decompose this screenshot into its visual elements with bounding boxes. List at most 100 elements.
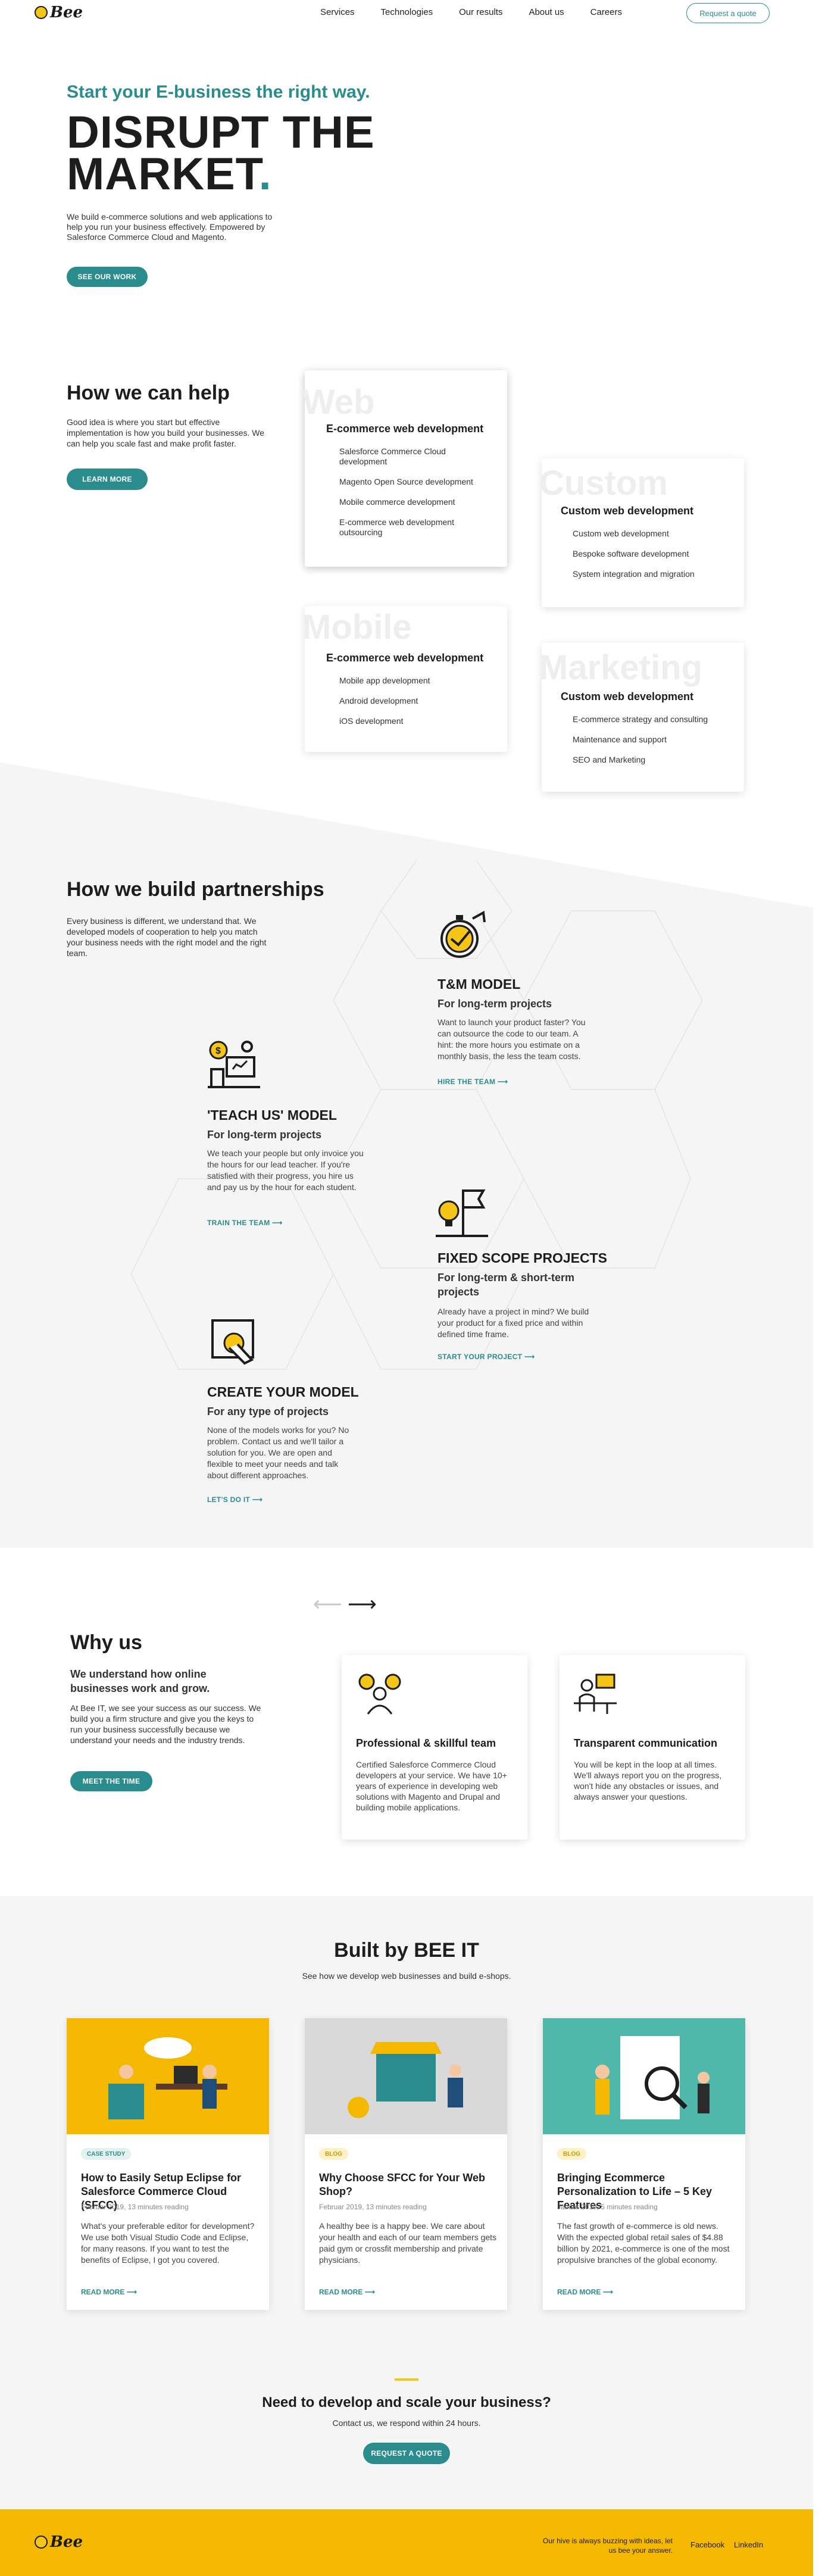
list-item[interactable]: E-commerce web development outsourcing	[339, 517, 488, 538]
request-quote-button[interactable]: Request a quote	[686, 3, 770, 23]
why-us-title: Why us	[70, 1631, 142, 1654]
learn-more-button[interactable]: LEARN MORE	[67, 469, 148, 490]
teach-us-model-text: We teach your people but only invoice yo…	[207, 1148, 364, 1192]
post-card[interactable]: BLOG Why Choose SFCC for Your Web Shop? …	[305, 2018, 507, 2310]
nav-technologies[interactable]: Technologies	[381, 7, 433, 17]
carousel-next-icon[interactable]: ⟶	[348, 1593, 377, 1616]
see-our-work-button[interactable]: SEE OUR WORK	[67, 267, 148, 287]
service-card-web-title: E-commerce web development	[326, 423, 484, 435]
post-image-eclipse	[67, 2018, 269, 2134]
start-your-project-link[interactable]: START YOUR PROJECT ⟶	[438, 1353, 535, 1361]
nav-about-us[interactable]: About us	[529, 7, 564, 17]
hire-the-team-link[interactable]: HIRE THE TEAM ⟶	[438, 1078, 508, 1086]
list-item[interactable]: Magento Open Source development	[339, 477, 488, 487]
tm-model-subtitle: For long-term projects	[438, 998, 552, 1010]
why-us-subtitle: We understand how online businesses work…	[70, 1668, 210, 1694]
list-item[interactable]: Mobile commerce development	[339, 497, 488, 507]
read-more-label: READ MORE	[81, 2288, 125, 2296]
post-tag: BLOG	[557, 2148, 586, 2160]
hero-title-line1: DISRUPT THE	[67, 107, 375, 158]
list-item[interactable]: Custom web development	[573, 529, 727, 539]
arrow-right-icon: ⟶	[126, 2288, 137, 2296]
read-more-link[interactable]: READ MORE ⟶	[557, 2288, 613, 2296]
fixed-scope-title: FIXED SCOPE PROJECTS	[438, 1250, 608, 1266]
hire-the-team-label: HIRE THE TEAM	[438, 1078, 496, 1086]
card-bg-marketing: Marketing	[539, 648, 702, 687]
cta-title: Need to develop and scale your business?	[262, 2394, 551, 2410]
site-header: Bee Services Technologies Our results Ab…	[0, 0, 825, 26]
hero-title: DISRUPT THE MARKET.	[67, 107, 375, 197]
train-the-team-link[interactable]: TRAIN THE TEAM ⟶	[207, 1219, 283, 1227]
facebook-link[interactable]: Facebook	[690, 2540, 724, 2549]
post-card[interactable]: BLOG Bringing Ecommerce Personalization …	[543, 2018, 745, 2310]
arrow-right-icon: ⟶	[364, 2288, 375, 2296]
list-item[interactable]: E-commerce strategy and consulting	[573, 714, 727, 725]
post-card[interactable]: CASE STUDY How to Easily Setup Eclipse f…	[67, 2018, 269, 2310]
list-item[interactable]: Maintenance and support	[573, 735, 727, 745]
nav-careers[interactable]: Careers	[590, 7, 622, 17]
svg-text:$: $	[215, 1046, 221, 1056]
service-card-mobile-title: E-commerce web development	[326, 652, 484, 664]
site-footer: Bee Our hive is always buzzing with idea…	[0, 2509, 813, 2576]
post-meta: Februar 2019, 13 minutes reading	[319, 2203, 427, 2211]
why-card-team-title: Professional & skillful team	[356, 1737, 496, 1749]
footer-logo[interactable]: Bee	[35, 2533, 83, 2551]
cta-subtitle: Contact us, we respond within 24 hours.	[332, 2418, 481, 2428]
post-text: The fast growth of e-commerce is old new…	[557, 2221, 730, 2265]
why-card-team-text: Certified Salesforce Commerce Cloud deve…	[356, 1760, 507, 1812]
arrow-right-icon: ⟶	[602, 2288, 613, 2296]
service-card-mobile-list: Mobile app development Android developme…	[339, 676, 488, 736]
service-card-custom-title: Custom web development	[561, 505, 694, 517]
list-item[interactable]: iOS development	[339, 716, 488, 726]
linkedin-link[interactable]: LinkedIn	[734, 2540, 763, 2549]
card-bg-custom: Custom	[539, 464, 668, 502]
post-image-sfcc	[305, 2018, 507, 2134]
list-item[interactable]: System integration and migration	[573, 569, 727, 579]
read-more-link[interactable]: READ MORE ⟶	[81, 2288, 137, 2296]
lets-do-it-link[interactable]: LET'S DO IT ⟶	[207, 1495, 262, 1504]
why-card-communication-text: You will be kept in the loop at all time…	[574, 1760, 722, 1801]
post-title[interactable]: Why Choose SFCC for Your Web Shop?	[319, 2171, 498, 2199]
card-bg-web-text: Web	[302, 383, 375, 421]
train-the-team-label: TRAIN THE TEAM	[207, 1219, 270, 1227]
read-more-label: READ MORE	[319, 2288, 363, 2296]
meet-the-team-button[interactable]: MEET THE TIME	[70, 1771, 152, 1791]
list-item[interactable]: Mobile app development	[339, 676, 488, 686]
footer-logo-text: Bee	[50, 2533, 83, 2551]
hero-subtitle: Start your E-business the right way.	[67, 82, 370, 102]
service-card-custom-list: Custom web development Bespoke software …	[573, 529, 727, 589]
nav-our-results[interactable]: Our results	[459, 7, 502, 17]
built-by-subtitle: See how we develop web businesses and bu…	[302, 1971, 511, 1981]
teach-us-model-title: 'TEACH US' MODEL	[207, 1107, 337, 1123]
read-more-link[interactable]: READ MORE ⟶	[319, 2288, 375, 2296]
stopwatch-coin-icon	[440, 910, 486, 958]
carousel-prev-icon[interactable]: ⟵	[313, 1593, 342, 1616]
bee-logo-icon	[35, 6, 48, 19]
tm-model-title: T&M MODEL	[438, 976, 521, 992]
why-card-communication-title: Transparent communication	[574, 1737, 718, 1749]
create-model-subtitle: For any type of projects	[207, 1406, 329, 1417]
list-item[interactable]: Salesforce Commerce Cloud development	[339, 446, 488, 467]
list-item[interactable]: Bespoke software development	[573, 549, 727, 559]
hand-drawing-icon	[211, 1319, 254, 1365]
service-card-web-list: Salesforce Commerce Cloud development Ma…	[339, 446, 488, 548]
service-card-marketing-title: Custom web development	[561, 691, 694, 702]
help-title: How we can help	[67, 382, 230, 404]
post-meta: Februar 2019, 13 minutes reading	[81, 2203, 189, 2211]
nav-services[interactable]: Services	[320, 7, 355, 17]
fixed-scope-subtitle: For long-term & short-term projects	[438, 1272, 575, 1298]
built-by-title: Built by BEE IT	[334, 1939, 479, 1962]
post-meta: Januar 2019, 5 minutes reading	[557, 2203, 658, 2211]
tm-model-text: Want to launch your product faster? You …	[438, 1017, 586, 1061]
help-text: Good idea is where you start but effecti…	[67, 417, 265, 448]
post-text: A healthy bee is a happy bee. We care ab…	[319, 2221, 497, 2265]
hero-title-line2: MARKET	[67, 149, 259, 199]
list-item[interactable]: SEO and Marketing	[573, 755, 727, 765]
lightbulb-flag-icon	[436, 1189, 488, 1237]
request-quote-cta-button[interactable]: REQUEST A QUOTE	[363, 2443, 450, 2464]
card-bg-mobile: Mobile	[302, 608, 412, 647]
main-nav: Services Technologies Our results About …	[320, 7, 622, 17]
logo[interactable]: Bee	[35, 4, 83, 21]
list-item[interactable]: Android development	[339, 696, 488, 706]
arrow-right-icon: ⟶	[252, 1495, 263, 1504]
